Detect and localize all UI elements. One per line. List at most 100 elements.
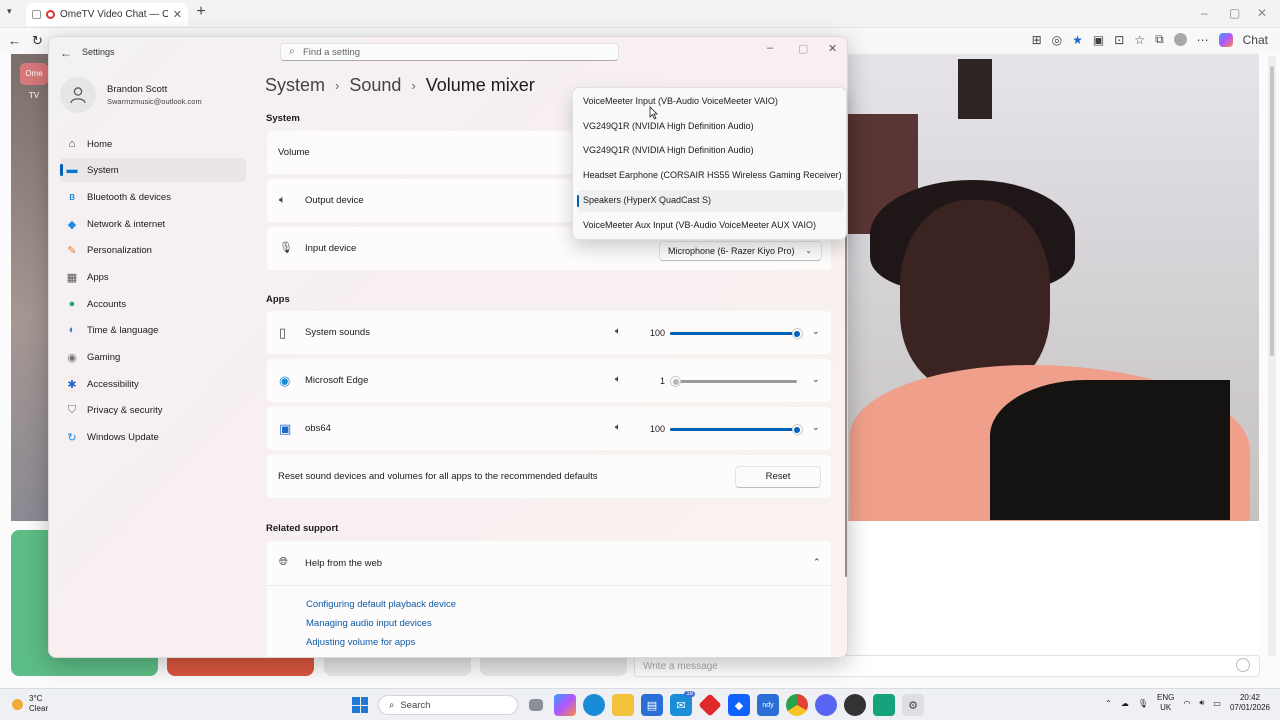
discord-icon[interactable] xyxy=(815,694,837,716)
battery-icon[interactable]: ▭ xyxy=(1213,699,1221,708)
store-icon[interactable]: ▤ xyxy=(641,694,663,716)
tab-close-icon[interactable]: ✕ xyxy=(173,8,182,21)
sidebar-item-time-language[interactable]: ◐ Time & language xyxy=(60,318,246,342)
settings-minimize-icon[interactable]: – xyxy=(767,42,773,54)
reset-button[interactable]: Reset xyxy=(735,466,821,488)
support-link[interactable]: Configuring default playback device xyxy=(306,599,456,610)
obs-icon[interactable] xyxy=(844,694,866,716)
app-volume-slider[interactable] xyxy=(670,328,803,339)
maximize-icon[interactable]: ▢ xyxy=(1229,6,1240,20)
weather-widget[interactable]: 3°C Clear xyxy=(12,694,48,714)
accessibility-icon: ✱ xyxy=(67,378,77,391)
tab-page-icon xyxy=(32,10,41,19)
output-device-option[interactable]: VoiceMeeter Input (VB-Audio VoiceMeeter … xyxy=(577,91,844,113)
bluetooth-icon: ʙ xyxy=(69,191,75,203)
sidebar-item-privacy-security[interactable]: ⛉ Privacy & security xyxy=(60,398,246,422)
chat-label[interactable]: Chat xyxy=(1243,33,1268,47)
sidebar-item-system[interactable]: ▬ System xyxy=(60,158,246,182)
output-device-option[interactable]: VG249Q1R (NVIDIA High Definition Audio) xyxy=(577,116,844,138)
app-red-icon[interactable] xyxy=(698,693,722,717)
microphone-icon: 🎙︎ xyxy=(279,242,293,254)
clock[interactable]: 20:42 07/01/2026 xyxy=(1230,693,1270,713)
settings-gear-icon[interactable]: ⚙ xyxy=(902,694,924,716)
emoji-icon[interactable] xyxy=(1236,658,1250,672)
chrome-icon[interactable] xyxy=(786,694,808,716)
app-volume-slider[interactable] xyxy=(670,424,803,435)
speaker-icon[interactable]: 🔈︎ xyxy=(615,374,621,385)
help-from-web-label[interactable]: Help from the web xyxy=(305,558,382,569)
taskbar-search[interactable]: ⌕ Search xyxy=(378,695,518,715)
input-device-select[interactable]: Microphone (6- Razer Kiyo Pro) ⌄ xyxy=(659,241,822,261)
slider-thumb[interactable] xyxy=(791,328,803,339)
chevron-down-icon[interactable]: ⌄ xyxy=(812,422,820,433)
sidebar-item-bluetooth-devices[interactable]: ʙ Bluetooth & devices xyxy=(60,185,246,209)
app-volume-slider[interactable] xyxy=(670,376,797,387)
output-device-option[interactable]: Headset Earphone (CORSAIR HS55 Wireless … xyxy=(577,165,844,187)
favorite-star-icon[interactable]: ★ xyxy=(1072,33,1083,47)
sidebar-item-gaming[interactable]: ◉ Gaming xyxy=(60,345,246,369)
new-tab-button[interactable]: + xyxy=(193,4,209,22)
browser-tab[interactable]: OmeTV Video Chat — Omeg… ✕ xyxy=(26,3,188,26)
extensions-icon[interactable]: ⊡ xyxy=(1114,33,1124,47)
close-window-icon[interactable]: ✕ xyxy=(1257,6,1267,20)
breadcrumb-sound[interactable]: Sound xyxy=(349,75,401,96)
page-scrollbar[interactable] xyxy=(1268,56,1276,656)
settings-search-input[interactable]: ⌕ Find a setting xyxy=(280,43,619,61)
collections-icon[interactable]: ⧉ xyxy=(1155,32,1164,47)
output-device-option[interactable]: Speakers (HyperX QuadCast S) xyxy=(577,189,844,212)
chevron-down-icon[interactable]: ⌄ xyxy=(812,374,820,385)
mail-icon[interactable]: ✉ 18 xyxy=(670,691,695,716)
edge-icon[interactable] xyxy=(583,694,605,716)
camera-icon[interactable]: ▣ xyxy=(1093,33,1104,47)
more-icon[interactable]: ⋯ xyxy=(1197,33,1209,47)
scrollbar-thumb[interactable] xyxy=(1270,66,1274,356)
user-avatar[interactable] xyxy=(60,77,96,113)
refresh-icon[interactable]: ↻ xyxy=(32,33,43,49)
sidebar-item-accounts[interactable]: ● Accounts xyxy=(60,292,246,316)
tab-actions-icon[interactable]: ▾ xyxy=(7,6,12,17)
onedrive-icon[interactable]: ☁ xyxy=(1121,699,1129,708)
settings-maximize-icon[interactable]: ▢ xyxy=(798,42,808,55)
support-link[interactable]: Adjusting volume for apps xyxy=(306,637,415,648)
sidebar-item-windows-update[interactable]: ↻ Windows Update xyxy=(60,425,246,449)
back-icon[interactable]: ← xyxy=(8,33,21,48)
sidebar-item-home[interactable]: ⌂ Home xyxy=(60,132,246,156)
sidebar-item-apps[interactable]: ▦ Apps xyxy=(60,265,246,289)
copilot-icon[interactable] xyxy=(554,694,576,716)
app-blue-icon[interactable]: ndy xyxy=(757,694,779,716)
volume-icon[interactable]: 🔊︎ xyxy=(1199,698,1204,708)
chevron-up-icon[interactable]: ⌃ xyxy=(813,557,821,568)
favorites-icon[interactable]: ☆ xyxy=(1134,33,1145,47)
settings-back-icon[interactable]: ← xyxy=(60,46,72,60)
wifi-icon[interactable]: ◠ xyxy=(1183,699,1190,708)
speaker-icon[interactable]: 🔈︎ xyxy=(615,422,621,433)
speaker-icon[interactable]: 🔈︎ xyxy=(615,326,621,337)
app-green-icon[interactable] xyxy=(873,694,895,716)
output-device-option[interactable]: VoiceMeeter Aux Input (VB-Audio VoiceMee… xyxy=(577,215,844,237)
sidebar-item-personalization[interactable]: ✎ Personalization xyxy=(60,238,246,262)
microphone-icon[interactable]: 🎙︎ xyxy=(1138,699,1148,708)
output-device-option[interactable]: VG249Q1R (NVIDIA High Definition Audio) xyxy=(577,140,844,162)
breadcrumb-system[interactable]: System xyxy=(265,75,325,96)
apps-grid-icon[interactable]: ⊞ xyxy=(1032,33,1042,47)
slider-fill xyxy=(670,332,797,335)
message-input[interactable]: Write a message xyxy=(634,655,1260,677)
support-link[interactable]: Managing audio input devices xyxy=(306,618,432,629)
minimize-icon[interactable]: – xyxy=(1201,6,1208,20)
language-indicator[interactable]: ENG UK xyxy=(1157,693,1174,713)
copilot-icon[interactable] xyxy=(1218,32,1233,47)
sidebar-item-network-internet[interactable]: ◆ Network & internet xyxy=(60,212,246,236)
sidebar-item-accessibility[interactable]: ✱ Accessibility xyxy=(60,372,246,396)
file-explorer-icon[interactable] xyxy=(612,694,634,716)
start-button[interactable] xyxy=(349,694,371,716)
settings-close-icon[interactable]: ✕ xyxy=(828,42,837,55)
tracking-icon[interactable]: ◎ xyxy=(1052,33,1062,47)
dropbox-icon[interactable]: ◆ xyxy=(728,694,750,716)
profile-avatar[interactable] xyxy=(1173,33,1187,46)
chevron-down-icon[interactable]: ⌄ xyxy=(812,326,820,337)
slider-thumb[interactable] xyxy=(670,376,681,387)
person-face xyxy=(900,200,1050,390)
slider-thumb[interactable] xyxy=(791,424,803,435)
chevron-up-icon[interactable]: ⌃ xyxy=(1105,699,1112,708)
task-view-icon[interactable] xyxy=(529,699,543,711)
